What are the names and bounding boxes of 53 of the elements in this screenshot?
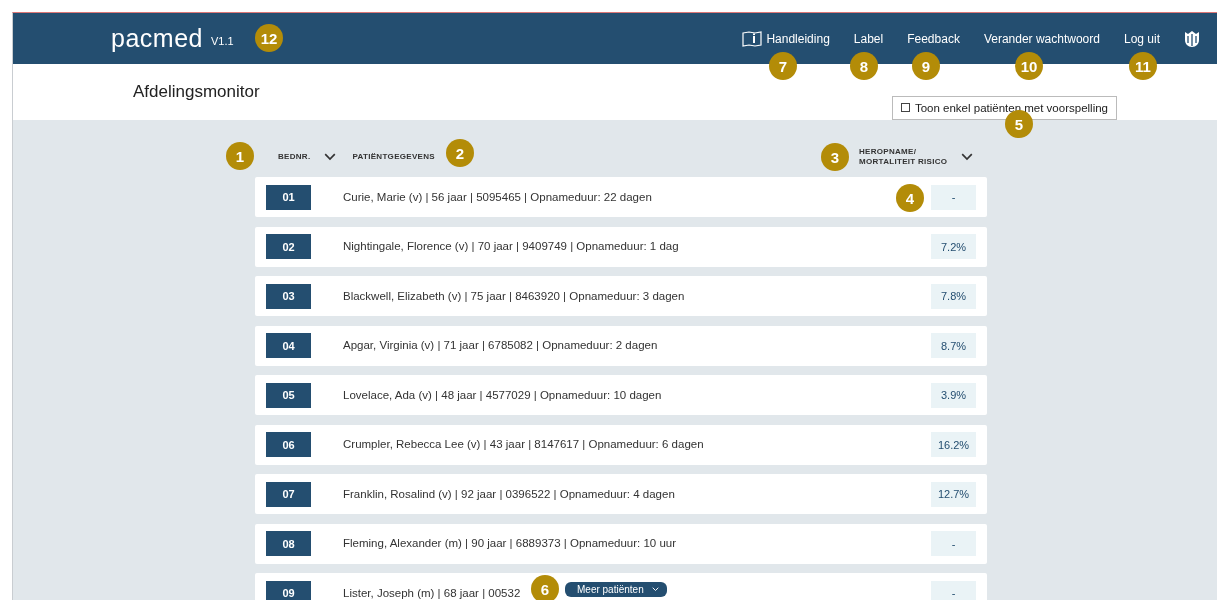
bed-number: 05 <box>266 382 311 408</box>
chevron-icon <box>651 587 659 592</box>
patient-row[interactable]: 05 Lovelace, Ada (v) | 48 jaar | 4577029 | Opnameduur: 10 dagen 3.9% <box>255 375 987 415</box>
more-patients-button[interactable]: Meer patiënten <box>565 582 667 597</box>
risk-value: 7.2% <box>931 234 976 259</box>
patient-info: Fleming, Alexander (m) | 90 jaar | 6889373 | Opnameduur: 10 uur <box>343 537 677 550</box>
patient-row[interactable]: 02 Nightingale, Florence (v) | 70 jaar | 9409749 | Opnameduur: 1 dag 7.2% <box>255 226 987 267</box>
risk-value: - <box>931 531 976 556</box>
chevron-icon <box>961 153 973 161</box>
column-header[interactable]: PATIËNTGEGEVENS <box>352 151 435 163</box>
risk-value: 7.8% <box>931 283 976 309</box>
patient-row[interactable]: 08 Fleming, Alexander (m) | 90 jaar | 6889373 | Opnameduur: 10 uur - <box>255 523 987 564</box>
risk-value: - <box>931 580 976 600</box>
nav-link[interactable]: Verander wachtwoord <box>983 31 1100 46</box>
page-title: Afdelingsmonitor <box>133 82 260 102</box>
book-icon <box>742 30 763 47</box>
patient-info: Franklin, Rosalind (v) | 92 jaar | 0396522 | Opnameduur: 4 dagen <box>343 487 675 501</box>
nav-link[interactable]: Handleiding <box>742 30 830 47</box>
logo: pacmed <box>111 24 203 53</box>
column-header[interactable]: HEROPNAME/ MORTALITEIT RISICO <box>859 146 955 168</box>
nav-link[interactable]: Feedback <box>907 31 960 46</box>
checkbox[interactable] <box>900 103 910 112</box>
tulip-icon[interactable] <box>1184 29 1200 48</box>
patient-info: Crumpler, Rebecca Lee (v) | 43 jaar | 8147617 | Opnameduur: 6 dagen <box>343 438 704 451</box>
nav-link[interactable]: Log uit <box>1123 31 1160 46</box>
risk-value: - <box>931 184 976 210</box>
patient-row[interactable]: 06 Crumpler, Rebecca Lee (v) | 43 jaar | 8147617 | Opnameduur: 6 dagen 16.2% <box>255 424 987 465</box>
nav-link[interactable]: Label <box>853 31 884 46</box>
column-header[interactable]: BEDNR. <box>278 151 311 163</box>
bed-number: 03 <box>266 283 311 309</box>
bed-number: 01 <box>266 184 311 210</box>
chevron-icon <box>324 153 337 161</box>
patient-info: Lovelace, Ada (v) | 48 jaar | 4577029 | Opnameduur: 10 dagen <box>343 388 662 402</box>
risk-value: 16.2% <box>931 432 976 457</box>
version-label: V1.1 <box>210 34 234 47</box>
patient-info: Curie, Marie (v) | 56 jaar | 5095465 | Opnameduur: 22 dagen <box>343 190 652 204</box>
bed-number: 09 <box>266 580 311 600</box>
patient-info: Apgar, Virginia (v) | 71 jaar | 6785082 | Opnameduur: 2 dagen <box>343 339 658 352</box>
bed-number: 06 <box>266 432 311 457</box>
bed-number: 08 <box>266 531 311 556</box>
patient-row[interactable]: 07 Franklin, Rosalind (v) | 92 jaar | 0396522 | Opnameduur: 4 dagen 12.7% <box>255 474 987 514</box>
bed-number: 07 <box>266 481 311 507</box>
filter-checkbox-button[interactable]: Toon enkel patiënten met voorspelling <box>891 95 1117 120</box>
risk-value: 8.7% <box>931 333 976 358</box>
risk-value: 3.9% <box>931 382 976 408</box>
patient-row[interactable]: 04 Apgar, Virginia (v) | 71 jaar | 6785082 | Opnameduur: 2 dagen 8.7% <box>255 325 987 366</box>
patient-info: Blackwell, Elizabeth (v) | 75 jaar | 8463920 | Opnameduur: 3 dagen <box>343 289 685 303</box>
risk-value: 12.7% <box>931 481 976 507</box>
bed-number: 02 <box>266 234 311 259</box>
patient-info: Lister, Joseph (m) | 68 jaar | 00532 <box>343 586 521 600</box>
patient-info: Nightingale, Florence (v) | 70 jaar | 9409749 | Opnameduur: 1 dag <box>343 240 679 253</box>
bed-number: 04 <box>266 333 311 358</box>
patient-row[interactable]: 03 Blackwell, Elizabeth (v) | 75 jaar | 8463920 | Opnameduur: 3 dagen 7.8% <box>255 276 987 316</box>
